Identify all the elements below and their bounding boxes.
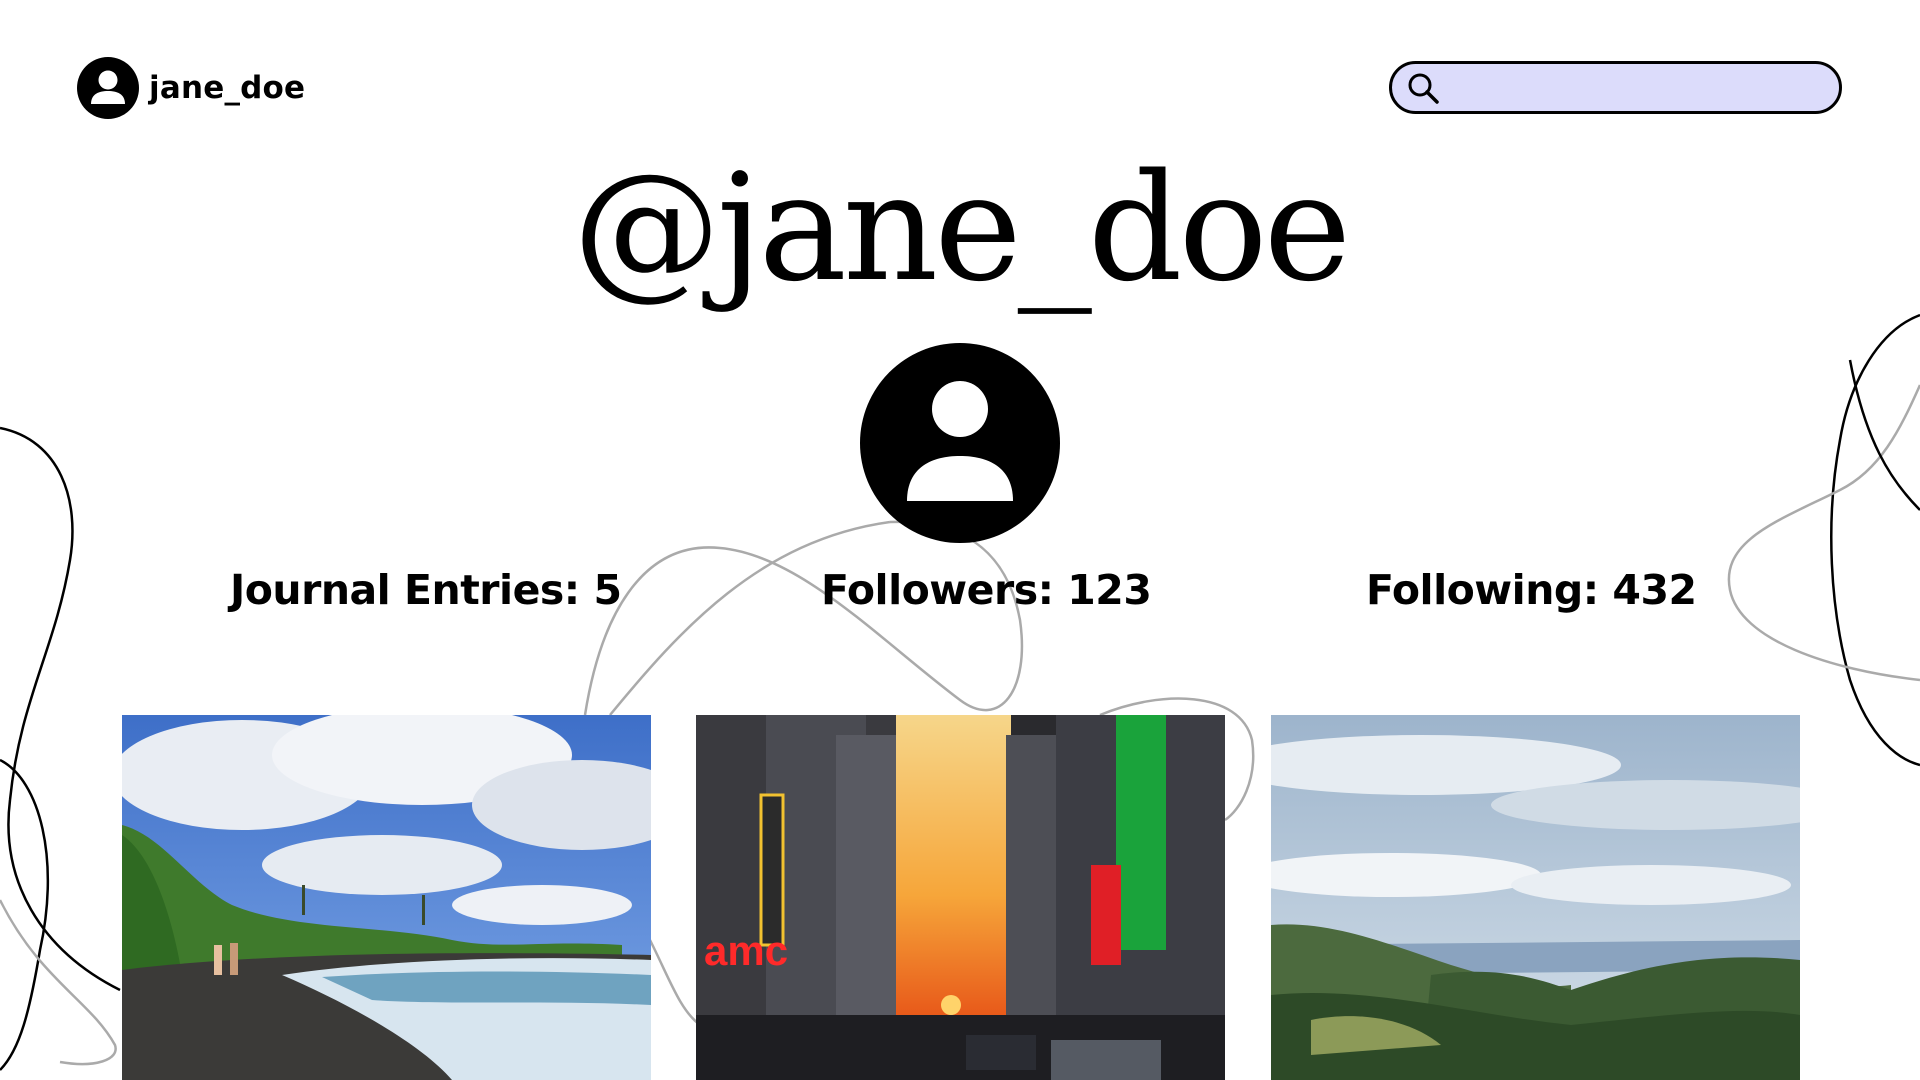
journal-photo-city[interactable]: amc [696,715,1225,1080]
squiggle-left-inner [0,758,50,1071]
squiggle-right [1830,313,1920,767]
search-input[interactable] [1448,64,1839,111]
journal-photo-mountains[interactable] [1271,715,1800,1080]
profile-avatar[interactable] [860,343,1060,543]
header-username: jane_doe [149,70,306,106]
mountains-photo-image [1271,715,1800,1080]
journal-photo-beach[interactable] [122,715,651,1080]
following-stat[interactable]: Following: 432 [1366,566,1697,614]
squiggle-left [0,426,121,992]
profile-title: @jane_doe [572,142,1351,314]
user-circle-icon [860,343,1060,543]
squiggle-left-grey [0,899,117,1066]
squiggle-center-grey-2 [609,520,891,716]
search-bar[interactable] [1389,61,1842,114]
header-user-link[interactable]: jane_doe [77,57,305,119]
svg-text:amc: amc [704,927,788,974]
squiggle-center-grey [583,520,1024,716]
city-photo-image: amc [696,715,1225,1080]
squiggle-right-3 [1848,359,1920,511]
squiggle-center-lower-grey [648,939,701,1026]
followers-stat[interactable]: Followers: 123 [821,566,1152,614]
journal-entries-stat[interactable]: Journal Entries: 5 [230,566,622,614]
search-icon [1408,73,1439,104]
beach-photo-image [122,715,651,1080]
user-circle-icon [77,57,139,119]
squiggle-right-2 [1727,384,1920,682]
